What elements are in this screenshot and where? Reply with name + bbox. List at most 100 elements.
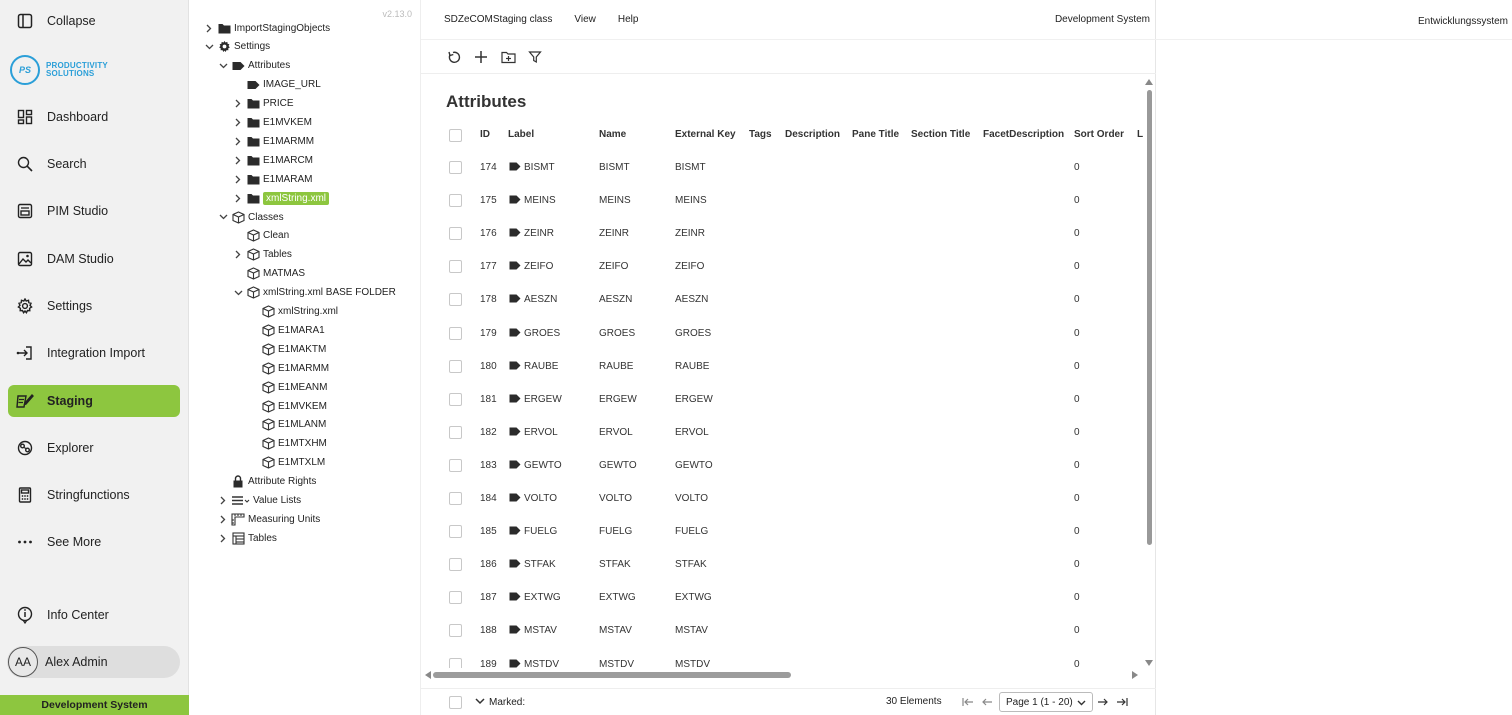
column-header-l[interactable]: L (1137, 129, 1143, 140)
nav-item-stringfunctions[interactable]: Stringfunctions (8, 479, 180, 511)
page-select[interactable]: Page 1 (1 - 20) (999, 692, 1093, 712)
chevron-down-icon[interactable] (475, 698, 485, 705)
tree-node[interactable]: Settings (203, 38, 270, 56)
nav-item-dam-studio[interactable]: DAM Studio (8, 243, 180, 275)
row-checkbox[interactable] (449, 525, 462, 539)
tree-node[interactable]: Classes (217, 208, 284, 226)
collapse-button[interactable]: Collapse (8, 5, 180, 37)
tree-node[interactable]: E1MARAM (232, 170, 312, 188)
chevron-right-icon[interactable] (232, 118, 244, 127)
row-checkbox[interactable] (449, 591, 462, 605)
nav-item-staging[interactable]: Staging (8, 385, 180, 417)
chevron-right-icon[interactable] (232, 194, 244, 203)
vertical-scroll-thumb[interactable] (1147, 90, 1152, 545)
tree-node[interactable]: IMAGE_URL (232, 76, 321, 94)
first-page-icon[interactable] (962, 697, 974, 707)
user-menu[interactable]: AA Alex Admin (7, 646, 180, 678)
nav-item-integration-import[interactable]: Integration Import (8, 337, 180, 369)
select-all-checkbox[interactable] (449, 129, 462, 142)
tree-node[interactable]: E1MVKEM (247, 397, 327, 415)
column-header-sort-order[interactable]: Sort Order (1074, 129, 1124, 140)
chevron-right-icon[interactable] (232, 175, 244, 184)
tree-node[interactable]: E1MTXLM (247, 454, 325, 472)
chevron-down-icon[interactable] (232, 290, 244, 296)
nav-item-see-more[interactable]: See More (8, 526, 180, 558)
tree-node[interactable]: PRICE (232, 95, 294, 113)
table-row[interactable]: 176 ZEINR ZEINR ZEINR 0 (421, 217, 1146, 250)
tree-node[interactable]: E1MARMM (232, 132, 314, 150)
row-checkbox[interactable] (449, 558, 462, 572)
tree-node[interactable]: xmlString.xml (247, 303, 338, 321)
table-row[interactable]: 177 ZEIFO ZEIFO ZEIFO 0 (421, 250, 1146, 283)
row-checkbox[interactable] (449, 458, 462, 472)
table-row[interactable]: 187 EXTWG EXTWG EXTWG 0 (421, 581, 1146, 614)
table-row[interactable]: 188 MSTAV MSTAV MSTAV 0 (421, 614, 1146, 647)
tree-node[interactable]: E1MEANM (247, 378, 327, 396)
nav-item-dashboard[interactable]: Dashboard (8, 101, 180, 133)
scroll-left-icon[interactable] (425, 671, 431, 679)
chevron-right-icon[interactable] (217, 534, 229, 543)
table-row[interactable]: 175 MEINS MEINS MEINS 0 (421, 184, 1146, 217)
marked-checkbox[interactable] (449, 696, 462, 709)
column-header-facet-description[interactable]: FacetDescription (983, 129, 1064, 140)
horizontal-scroll-thumb[interactable] (433, 672, 791, 678)
scroll-down-icon[interactable] (1145, 660, 1153, 666)
row-checkbox[interactable] (449, 492, 462, 505)
tree-node[interactable]: Measuring Units (217, 510, 320, 528)
row-checkbox[interactable] (449, 161, 462, 174)
row-checkbox[interactable] (449, 326, 462, 340)
row-checkbox[interactable] (449, 657, 462, 668)
table-row[interactable]: 179 GROES GROES GROES 0 (421, 317, 1146, 350)
column-header-label[interactable]: Label (508, 129, 534, 140)
chevron-right-icon[interactable] (232, 99, 244, 108)
scroll-up-icon[interactable] (1145, 79, 1153, 85)
add-folder-icon[interactable] (500, 49, 516, 65)
tree-node[interactable]: Value Lists (217, 492, 301, 510)
horizontal-scrollbar[interactable] (421, 668, 1141, 680)
menu-help[interactable]: Help (618, 14, 639, 25)
table-row[interactable]: 183 GEWTO GEWTO GEWTO 0 (421, 449, 1146, 482)
table-row[interactable]: 181 ERGEW ERGEW ERGEW 0 (421, 383, 1146, 416)
chevron-down-icon[interactable] (217, 214, 229, 220)
tree-node[interactable]: xmlString.xml BASE FOLDER (232, 284, 396, 302)
row-checkbox[interactable] (449, 194, 462, 208)
tree-node[interactable]: E1MTXHM (247, 435, 327, 453)
column-header-description[interactable]: Description (785, 129, 840, 140)
chevron-down-icon[interactable] (217, 63, 229, 69)
table-row[interactable]: 182 ERVOL ERVOL ERVOL 0 (421, 416, 1146, 449)
tree-node[interactable]: Attribute Rights (217, 473, 316, 491)
table-row[interactable]: 186 STFAK STFAK STFAK 0 (421, 548, 1146, 581)
chevron-right-icon[interactable] (217, 515, 229, 524)
column-header-section-title[interactable]: Section Title (911, 129, 970, 140)
row-checkbox[interactable] (449, 260, 462, 274)
tree-node[interactable]: E1MARA1 (247, 321, 325, 339)
tree-node[interactable]: ImportStagingObjects (203, 19, 330, 37)
row-checkbox[interactable] (449, 425, 462, 439)
menu-class[interactable]: SDZeCOMStaging class (444, 14, 552, 25)
table-row[interactable]: 174 BISMT BISMT BISMT 0 (421, 151, 1146, 184)
menu-view[interactable]: View (574, 14, 596, 25)
refresh-icon[interactable] (446, 49, 462, 65)
tree-node[interactable]: E1MLANM (247, 416, 326, 434)
chevron-right-icon[interactable] (232, 156, 244, 165)
tree-node[interactable]: xmlString.xml (232, 189, 330, 207)
table-row[interactable]: 185 FUELG FUELG FUELG 0 (421, 515, 1146, 548)
chevron-right-icon[interactable] (232, 250, 244, 259)
previous-page-icon[interactable] (981, 697, 993, 707)
tree-node[interactable]: Clean (232, 227, 289, 245)
tree-node[interactable]: Tables (217, 529, 277, 547)
tree-node[interactable]: E1MARCM (232, 151, 313, 169)
chevron-right-icon[interactable] (232, 137, 244, 146)
nav-item-search[interactable]: Search (8, 148, 180, 180)
row-checkbox[interactable] (449, 293, 462, 307)
column-header-external-key[interactable]: External Key (675, 129, 736, 140)
tree-node[interactable]: E1MVKEM (232, 114, 312, 132)
scroll-right-icon[interactable] (1132, 671, 1138, 679)
last-page-icon[interactable] (1116, 697, 1128, 707)
table-row[interactable]: 189 MSTDV MSTDV MSTDV 0 (421, 648, 1146, 668)
filter-icon[interactable] (527, 49, 543, 65)
chevron-right-icon[interactable] (217, 496, 229, 505)
table-row[interactable]: 184 VOLTO VOLTO VOLTO 0 (421, 482, 1146, 515)
add-icon[interactable] (473, 49, 489, 65)
row-checkbox[interactable] (449, 227, 462, 241)
